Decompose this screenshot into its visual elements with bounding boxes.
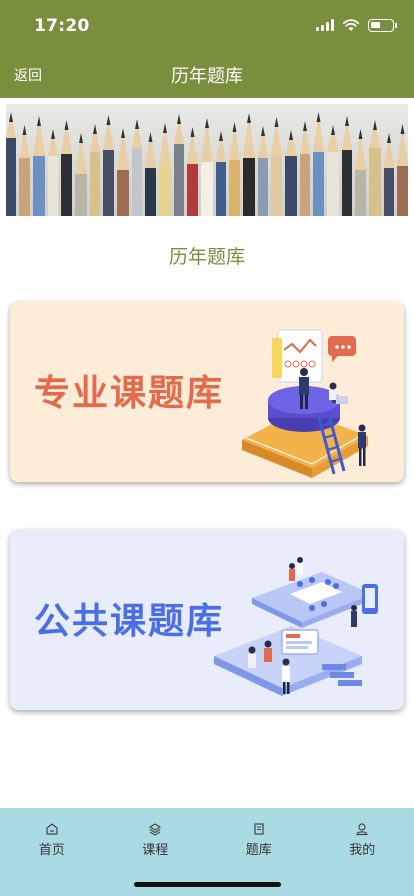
section-title: 历年题库 (168, 246, 245, 268)
tab-question-bank-label: 题库 (245, 843, 272, 858)
study-illustration (242, 329, 368, 478)
status-time: 17:20 (34, 16, 90, 36)
tab-home-label: 首页 (38, 843, 65, 858)
book-icon (254, 823, 264, 835)
battery-level (371, 21, 380, 28)
wifi-icon (342, 19, 360, 31)
tab-courses-label: 课程 (142, 843, 169, 858)
battery-icon (368, 18, 397, 32)
home-indicator (134, 882, 281, 887)
pencils-illustration (6, 112, 408, 216)
pencils-banner-image (6, 104, 408, 216)
meeting-illustration (214, 557, 378, 696)
major-course-bank-card[interactable]: 专业课题库 (10, 302, 404, 482)
public-course-bank-label: 公共课题库 (34, 601, 225, 642)
header: 17:20 返回 历年题库 (0, 0, 414, 98)
screen: 17:20 返回 历年题库 历年题库 专业课题库 公共课题库 首页 课程 题库 … (0, 0, 414, 896)
tab-profile[interactable]: 我的 (311, 808, 414, 896)
status-icons (316, 18, 397, 32)
user-icon (356, 823, 369, 836)
tab-profile-label: 我的 (349, 843, 376, 858)
public-course-bank-card[interactable]: 公共课题库 (10, 530, 404, 710)
signal-icon (316, 19, 334, 31)
tab-home[interactable]: 首页 (0, 808, 104, 896)
page-title: 历年题库 (171, 66, 243, 87)
home-icon (46, 823, 58, 835)
layers-icon (149, 823, 162, 836)
major-course-bank-label: 专业课题库 (34, 373, 225, 414)
